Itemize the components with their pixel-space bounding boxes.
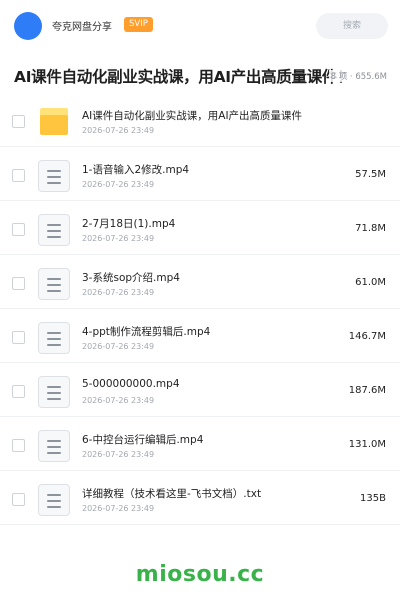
- row-checkbox[interactable]: [12, 331, 25, 344]
- file-icon: [38, 430, 70, 462]
- file-name: 1-语音输入2修改.mp4: [82, 164, 190, 176]
- list-item[interactable]: 6-中控台运行编辑后.mp4 2026-07-26 23:49 131.0M: [0, 417, 400, 471]
- row-checkbox[interactable]: [12, 169, 25, 182]
- row-checkbox[interactable]: [12, 439, 25, 452]
- file-name: 4-ppt制作流程剪辑后.mp4: [82, 326, 211, 338]
- share-meta: 8 项 · 655.6M: [328, 70, 387, 82]
- file-icon: [38, 268, 70, 300]
- file-size: 135B: [360, 493, 386, 504]
- file-icon: [38, 160, 70, 192]
- share-header: 夸克网盘分享 SVIP 搜索: [0, 0, 400, 52]
- list-item[interactable]: 1-语音输入2修改.mp4 2026-07-26 23:49 57.5M: [0, 147, 400, 201]
- search-button[interactable]: 搜索: [316, 13, 388, 39]
- list-item[interactable]: AI课件自动化副业实战课，用AI产出高质量课件 2026-07-26 23:49: [0, 93, 400, 147]
- row-checkbox[interactable]: [12, 277, 25, 290]
- file-size: 71.8M: [355, 223, 386, 234]
- file-date: 2026-07-26 23:49: [82, 234, 155, 243]
- file-name: 详细教程（技术看这里-飞书文档）.txt: [82, 488, 262, 500]
- row-checkbox[interactable]: [12, 385, 25, 398]
- file-name: 6-中控台运行编辑后.mp4: [82, 434, 204, 446]
- file-date: 2026-07-26 23:49: [82, 342, 155, 351]
- folder-icon: [40, 108, 68, 135]
- list-item[interactable]: 详细教程（技术看这里-飞书文档）.txt 2026-07-26 23:49 13…: [0, 471, 400, 525]
- file-name: 2-7月18日(1).mp4: [82, 218, 176, 230]
- row-checkbox[interactable]: [12, 115, 25, 128]
- file-icon: [38, 376, 70, 408]
- file-name: 3-系统sop介绍.mp4: [82, 272, 180, 284]
- share-title-row: AI课件自动化副业实战课，用AI产出高质量课件！ 8 项 · 655.6M: [0, 60, 400, 90]
- file-size: 57.5M: [355, 169, 386, 180]
- file-date: 2026-07-26 23:49: [82, 504, 155, 513]
- app-name: 夸克网盘分享: [52, 22, 112, 33]
- svip-badge: SVIP: [124, 17, 153, 32]
- file-date: 2026-07-26 23:49: [82, 180, 155, 189]
- list-item[interactable]: 3-系统sop介绍.mp4 2026-07-26 23:49 61.0M: [0, 255, 400, 309]
- file-size: 61.0M: [355, 277, 386, 288]
- row-checkbox[interactable]: [12, 493, 25, 506]
- file-date: 2026-07-26 23:49: [82, 126, 155, 135]
- file-icon: [38, 484, 70, 516]
- file-name: 5-000000000.mp4: [82, 378, 180, 390]
- list-item[interactable]: 5-000000000.mp4 2026-07-26 23:49 187.6M: [0, 363, 400, 417]
- file-date: 2026-07-26 23:49: [82, 288, 155, 297]
- file-list: AI课件自动化副业实战课，用AI产出高质量课件 2026-07-26 23:49…: [0, 93, 400, 525]
- list-item[interactable]: 2-7月18日(1).mp4 2026-07-26 23:49 71.8M: [0, 201, 400, 255]
- file-icon: [38, 322, 70, 354]
- list-item[interactable]: 4-ppt制作流程剪辑后.mp4 2026-07-26 23:49 146.7M: [0, 309, 400, 363]
- watermark-logo: miosou.cc: [135, 562, 265, 587]
- file-size: 187.6M: [348, 385, 386, 396]
- page-title: AI课件自动化副业实战课，用AI产出高质量课件！: [14, 68, 353, 86]
- avatar[interactable]: [14, 12, 42, 40]
- file-size: 146.7M: [348, 331, 386, 342]
- file-name: AI课件自动化副业实战课，用AI产出高质量课件: [82, 110, 303, 122]
- file-icon: [38, 214, 70, 246]
- file-date: 2026-07-26 23:49: [82, 450, 155, 459]
- file-date: 2026-07-26 23:49: [82, 396, 155, 405]
- file-size: 131.0M: [348, 439, 386, 450]
- row-checkbox[interactable]: [12, 223, 25, 236]
